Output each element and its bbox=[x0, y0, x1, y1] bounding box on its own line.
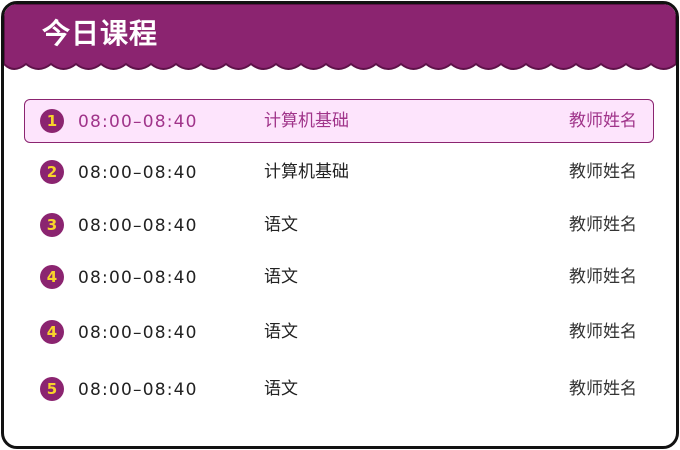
teacher-name: 教师姓名 bbox=[569, 379, 637, 399]
teacher-name: 教师姓名 bbox=[569, 267, 637, 287]
schedule-row[interactable]: 1 08:00–08:40 计算机基础 教师姓名 bbox=[24, 99, 654, 143]
teacher-name: 教师姓名 bbox=[569, 322, 637, 342]
page-title: 今日课程 bbox=[42, 17, 159, 50]
teacher-name: 教师姓名 bbox=[569, 162, 637, 182]
class-time: 08:00–08:40 bbox=[78, 268, 198, 288]
class-time: 08:00–08:40 bbox=[78, 216, 198, 236]
class-time: 08:00–08:40 bbox=[78, 380, 198, 400]
teacher-name: 教师姓名 bbox=[569, 215, 637, 235]
schedule-row[interactable]: 2 08:00–08:40 计算机基础 教师姓名 bbox=[24, 150, 654, 194]
class-time: 08:00–08:40 bbox=[78, 163, 198, 183]
course-name: 语文 bbox=[264, 267, 298, 287]
course-name: 计算机基础 bbox=[264, 162, 349, 182]
course-name: 语文 bbox=[264, 215, 298, 235]
index-badge: 2 bbox=[40, 160, 64, 184]
schedule-row[interactable]: 3 08:00–08:40 语文 教师姓名 bbox=[24, 203, 654, 247]
schedule-row[interactable]: 4 08:00–08:40 语文 教师姓名 bbox=[24, 310, 654, 354]
index-badge: 5 bbox=[40, 377, 64, 401]
teacher-name: 教师姓名 bbox=[569, 111, 637, 131]
card-header: 今日课程 bbox=[4, 4, 676, 76]
schedule-row[interactable]: 5 08:00–08:40 语文 教师姓名 bbox=[24, 367, 654, 411]
course-name: 计算机基础 bbox=[264, 111, 349, 131]
index-badge: 4 bbox=[40, 265, 64, 289]
schedule-card: 今日课程 1 08:00–08:40 计算机基础 教师姓名 2 08:00–08… bbox=[1, 1, 679, 449]
class-time: 08:00–08:40 bbox=[78, 112, 198, 132]
index-badge: 3 bbox=[40, 213, 64, 237]
course-name: 语文 bbox=[264, 379, 298, 399]
index-badge: 1 bbox=[40, 109, 64, 133]
index-badge: 4 bbox=[40, 320, 64, 344]
class-time: 08:00–08:40 bbox=[78, 323, 198, 343]
course-name: 语文 bbox=[264, 322, 298, 342]
schedule-row[interactable]: 4 08:00–08:40 语文 教师姓名 bbox=[24, 255, 654, 299]
